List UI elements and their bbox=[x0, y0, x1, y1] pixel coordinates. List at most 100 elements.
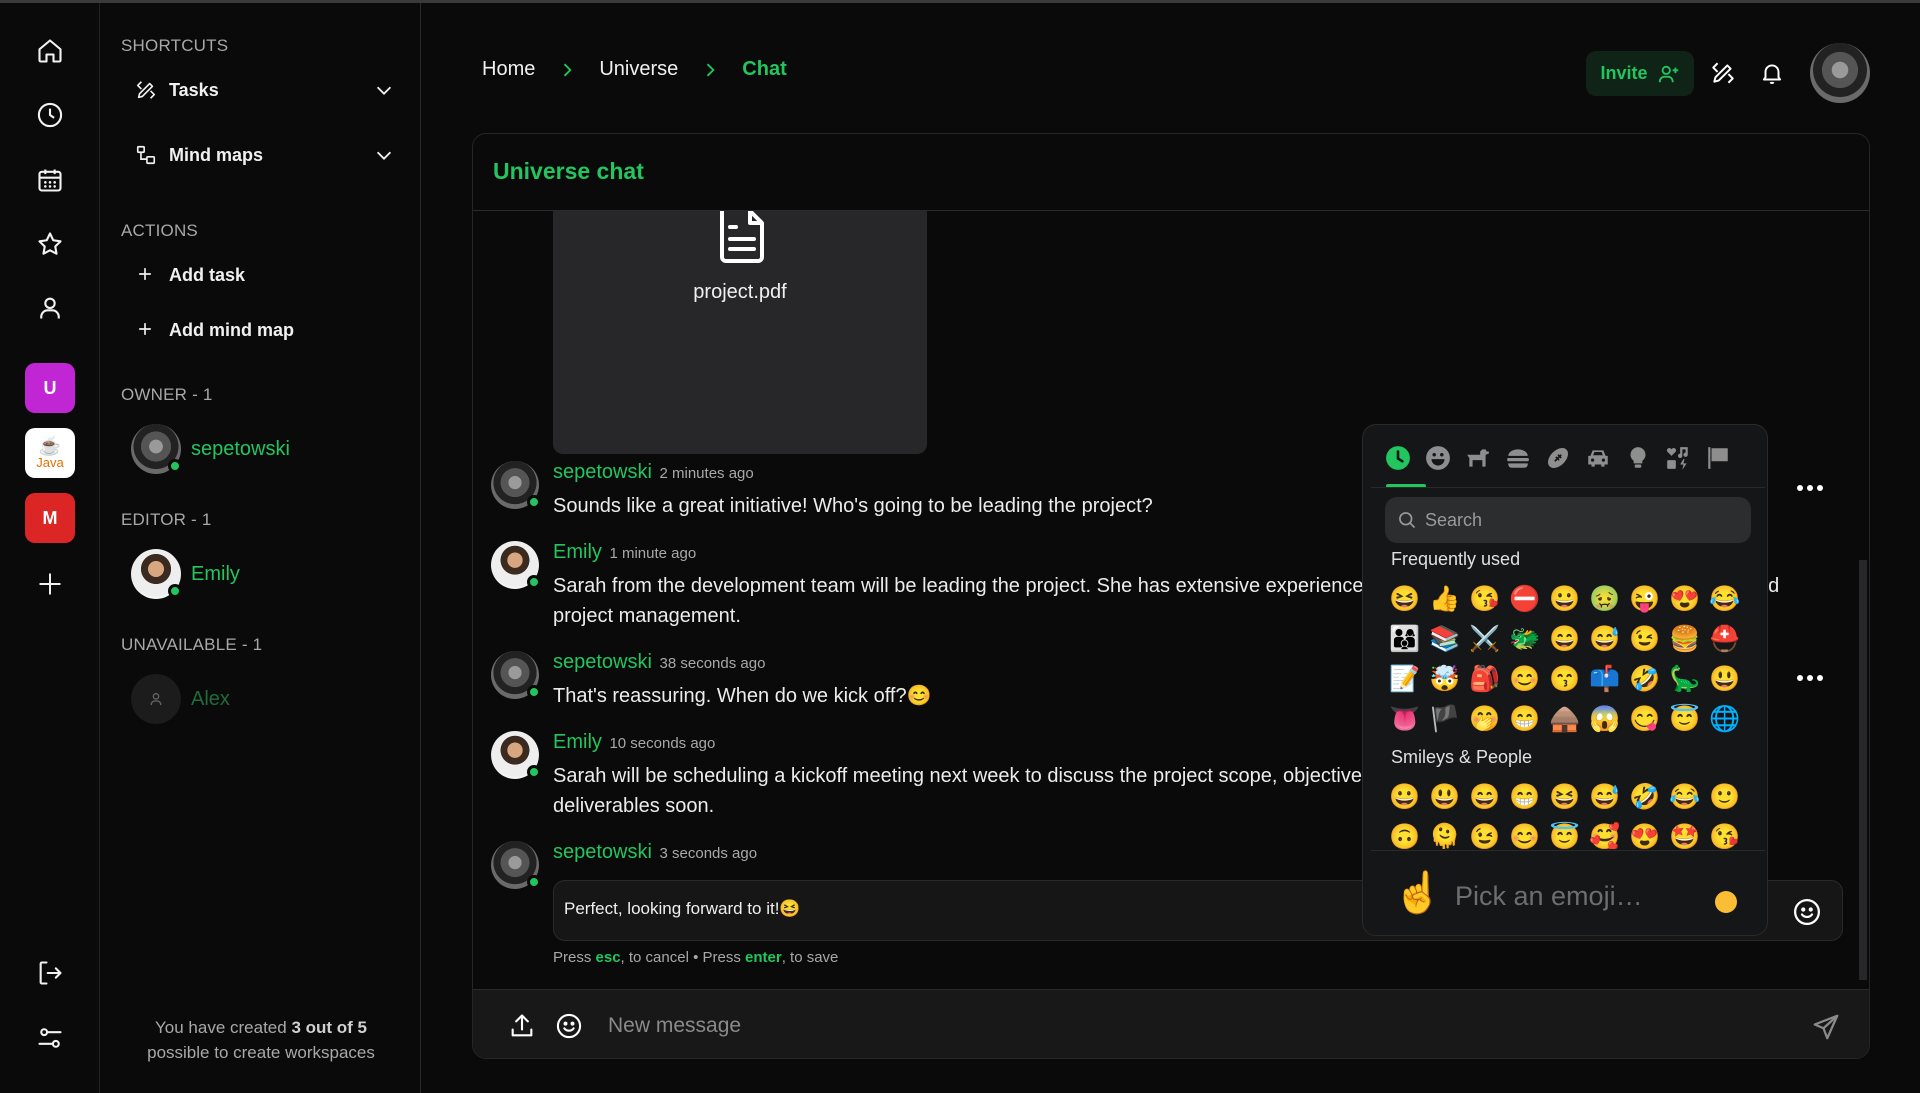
emoji-search-input[interactable] bbox=[1425, 509, 1725, 531]
breadcrumb-universe[interactable]: Universe bbox=[599, 58, 678, 81]
chat-scrollbar[interactable] bbox=[1859, 560, 1867, 980]
car-icon[interactable] bbox=[1583, 443, 1612, 472]
emoji-option[interactable]: 😙 bbox=[1545, 659, 1585, 699]
emoji-picker-toggle-icon[interactable] bbox=[1792, 897, 1822, 927]
emoji-option[interactable]: 😅 bbox=[1585, 777, 1625, 817]
emoji-option[interactable]: 😄 bbox=[1465, 777, 1505, 817]
emoji-option[interactable]: 🤢 bbox=[1585, 579, 1625, 619]
member-sepetowski[interactable]: sepetowski bbox=[131, 423, 290, 475]
message-author[interactable]: Emily bbox=[553, 541, 602, 563]
shortcut-tasks[interactable]: Tasks bbox=[135, 70, 395, 110]
burger-icon[interactable] bbox=[1503, 443, 1532, 472]
emoji-option[interactable]: 🥰 bbox=[1585, 817, 1625, 850]
emoji-option[interactable]: 😃 bbox=[1705, 659, 1745, 699]
emoji-option[interactable]: 👅 bbox=[1385, 699, 1425, 739]
settings-sliders-icon[interactable] bbox=[35, 1023, 65, 1053]
new-message-input[interactable] bbox=[608, 1006, 1808, 1046]
emoji-option[interactable]: 😜 bbox=[1625, 579, 1665, 619]
emoji-option[interactable]: 🌐 bbox=[1705, 699, 1745, 739]
flag-icon[interactable] bbox=[1703, 443, 1732, 472]
user-avatar[interactable] bbox=[1810, 43, 1870, 103]
emoji-option[interactable]: 🐲 bbox=[1505, 619, 1545, 659]
send-icon[interactable] bbox=[1811, 1012, 1839, 1040]
add-workspace-icon[interactable] bbox=[35, 569, 65, 599]
emoji-option[interactable]: 🫠 bbox=[1425, 817, 1465, 850]
football-icon[interactable] bbox=[1543, 443, 1572, 472]
emoji-option[interactable]: 👍 bbox=[1425, 579, 1465, 619]
emoji-option[interactable]: 😍 bbox=[1625, 817, 1665, 850]
workspace-m[interactable]: M bbox=[25, 493, 75, 543]
breadcrumb-home[interactable]: Home bbox=[482, 58, 535, 81]
emoji-option[interactable]: 🦕 bbox=[1665, 659, 1705, 699]
emoji-option[interactable]: ⚔️ bbox=[1465, 619, 1505, 659]
emoji-option[interactable]: 😱 bbox=[1585, 699, 1625, 739]
emoji-option[interactable]: 😊 bbox=[1505, 817, 1545, 850]
emoji-option[interactable]: 😆 bbox=[1385, 579, 1425, 619]
message-author[interactable]: sepetowski bbox=[553, 461, 652, 483]
emoji-option[interactable]: ⛑️ bbox=[1705, 619, 1745, 659]
emoji-option[interactable]: 📫 bbox=[1585, 659, 1625, 699]
emoji-option[interactable]: 😁 bbox=[1505, 777, 1545, 817]
emoji-option[interactable]: 🤩 bbox=[1665, 817, 1705, 850]
emoji-option[interactable]: 🤭 bbox=[1465, 699, 1505, 739]
emoji-option[interactable]: 😘 bbox=[1465, 579, 1505, 619]
emoji-option[interactable]: 😄 bbox=[1545, 619, 1585, 659]
emoji-option[interactable]: 🍔 bbox=[1665, 619, 1705, 659]
message-author[interactable]: Emily bbox=[553, 731, 602, 753]
workspace-java[interactable]: ☕ Java bbox=[25, 428, 75, 478]
emoji-option[interactable]: 😉 bbox=[1625, 619, 1665, 659]
emoji-icon[interactable] bbox=[555, 1012, 583, 1040]
emoji-option[interactable]: 🙃 bbox=[1385, 817, 1425, 850]
member-emily[interactable]: Emily bbox=[131, 548, 240, 600]
symbols-icon[interactable] bbox=[1663, 443, 1692, 472]
emoji-option[interactable]: 😍 bbox=[1665, 579, 1705, 619]
home-icon[interactable] bbox=[35, 36, 65, 66]
skin-tone-selector[interactable] bbox=[1715, 891, 1737, 913]
emoji-option[interactable]: 🎒 bbox=[1465, 659, 1505, 699]
calendar-icon[interactable] bbox=[35, 165, 65, 195]
emoji-option[interactable]: 🏴 bbox=[1425, 699, 1465, 739]
chevron-down-icon[interactable] bbox=[373, 144, 395, 166]
emoji-option[interactable]: 😊 bbox=[1505, 659, 1545, 699]
emoji-option[interactable]: 🛖 bbox=[1545, 699, 1585, 739]
more-options-icon[interactable] bbox=[1797, 485, 1825, 495]
upload-icon[interactable] bbox=[508, 1012, 536, 1040]
emoji-option[interactable]: 📚 bbox=[1425, 619, 1465, 659]
workspace-u[interactable]: U bbox=[25, 363, 75, 413]
message-author[interactable]: sepetowski bbox=[553, 841, 652, 863]
user-icon[interactable] bbox=[35, 293, 65, 323]
emoji-option[interactable]: 😉 bbox=[1465, 817, 1505, 850]
clock-icon[interactable] bbox=[1383, 443, 1412, 472]
dog-icon[interactable] bbox=[1463, 443, 1492, 472]
edit-message-value[interactable]: Perfect, looking forward to it!😆 bbox=[564, 899, 801, 919]
emoji-option[interactable]: 😇 bbox=[1545, 817, 1585, 850]
emoji-option[interactable]: 😃 bbox=[1425, 777, 1465, 817]
emoji-option[interactable]: ⛔ bbox=[1505, 579, 1545, 619]
emoji-option[interactable]: 😀 bbox=[1545, 579, 1585, 619]
chevron-down-icon[interactable] bbox=[373, 79, 395, 101]
emoji-option[interactable]: 🤯 bbox=[1425, 659, 1465, 699]
smiley-icon[interactable] bbox=[1423, 443, 1452, 472]
bell-icon[interactable] bbox=[1759, 60, 1785, 86]
emoji-option[interactable]: 😁 bbox=[1505, 699, 1545, 739]
invite-button[interactable]: Invite bbox=[1586, 51, 1694, 96]
emoji-option[interactable]: 🙂 bbox=[1705, 777, 1745, 817]
clock-icon[interactable] bbox=[35, 100, 65, 130]
member-alex[interactable]: Alex bbox=[131, 673, 230, 725]
emoji-option[interactable]: 😘 bbox=[1705, 817, 1745, 850]
emoji-option[interactable]: 🤣 bbox=[1625, 777, 1665, 817]
shortcut-mind-maps[interactable]: Mind maps bbox=[135, 135, 395, 175]
emoji-option[interactable]: 😅 bbox=[1585, 619, 1625, 659]
file-attachment[interactable]: project.pdf bbox=[553, 211, 927, 454]
emoji-option[interactable]: 📝 bbox=[1385, 659, 1425, 699]
lightbulb-icon[interactable] bbox=[1623, 443, 1652, 472]
add-mind-map-button[interactable]: Add mind map bbox=[135, 310, 395, 350]
emoji-option[interactable]: 🤣 bbox=[1625, 659, 1665, 699]
emoji-option[interactable]: 😋 bbox=[1625, 699, 1665, 739]
tasks-tools-icon[interactable] bbox=[1710, 60, 1736, 86]
emoji-option[interactable]: 😀 bbox=[1385, 777, 1425, 817]
message-author[interactable]: sepetowski bbox=[553, 651, 652, 673]
emoji-option[interactable]: 😆 bbox=[1545, 777, 1585, 817]
emoji-option[interactable]: 😂 bbox=[1705, 579, 1745, 619]
logout-icon[interactable] bbox=[35, 958, 65, 988]
